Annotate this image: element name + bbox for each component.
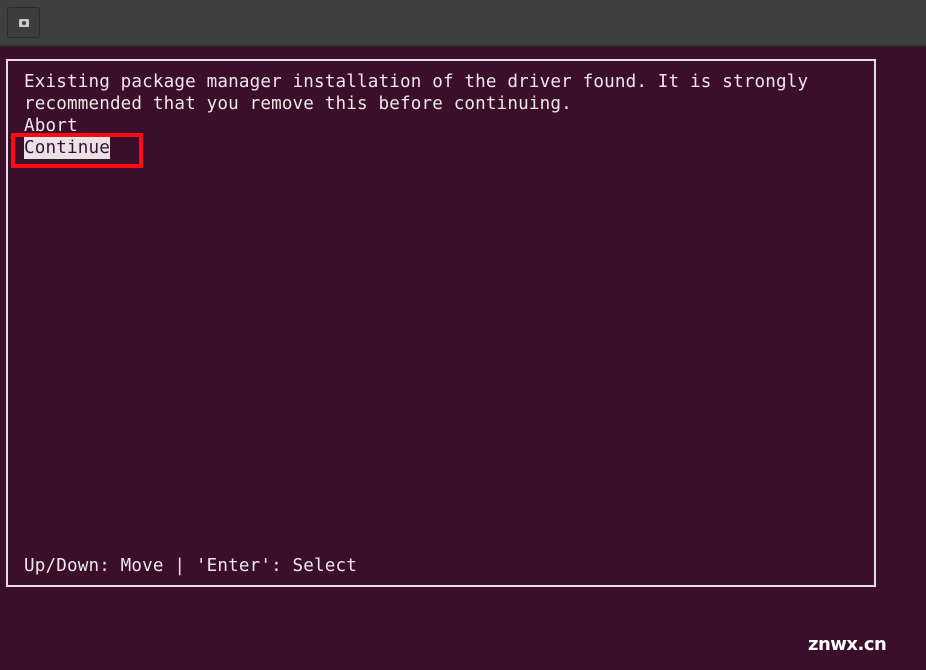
titlebar-menu-button[interactable] [7, 7, 40, 38]
dialog-message-line-1: Existing package manager installation of… [24, 72, 809, 92]
terminal-menu-icon [18, 18, 29, 27]
annotation-highlight-box [11, 133, 143, 168]
watermark: znwx.cn [808, 634, 887, 655]
window-titlebar [0, 0, 926, 47]
dialog-message-line-2: recommended that you remove this before … [24, 94, 572, 114]
keyboard-hint: Up/Down: Move | 'Enter': Select [24, 556, 358, 576]
